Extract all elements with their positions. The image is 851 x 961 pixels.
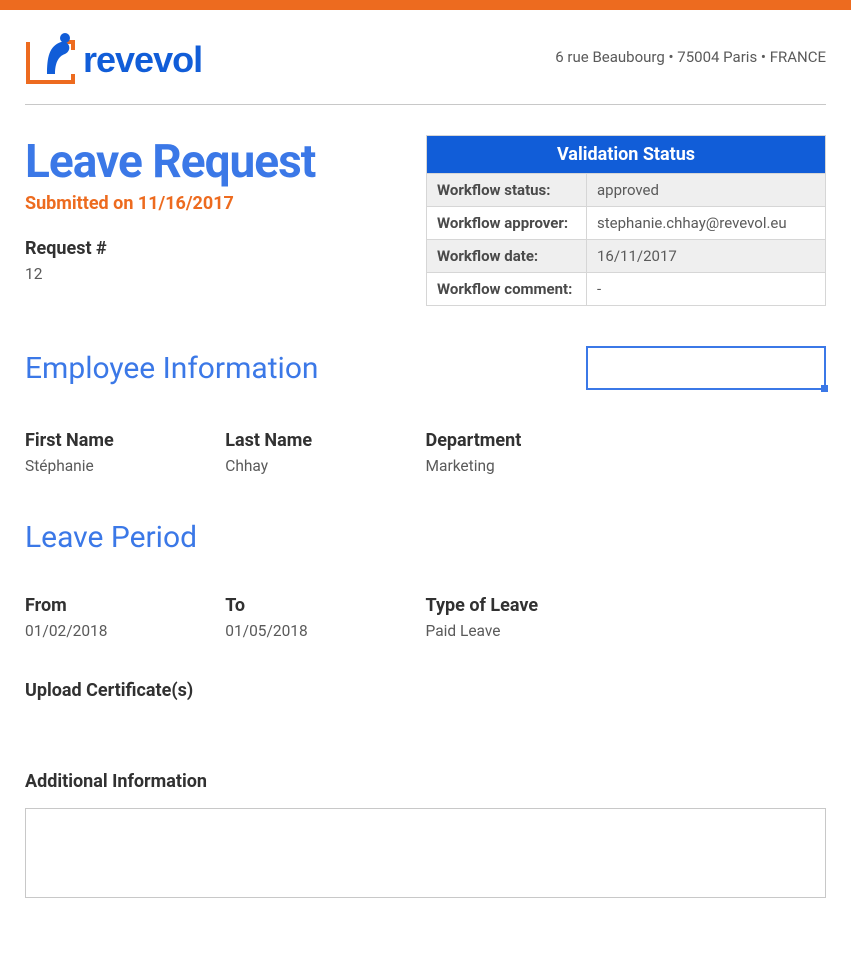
from-field: From 01/02/2018: [25, 595, 225, 640]
type-value: Paid Leave: [426, 622, 794, 640]
employee-fields-row: First Name Stéphanie Last Name Chhay Dep…: [25, 430, 826, 475]
submitted-date: Submitted on 11/16/2017: [25, 193, 406, 214]
table-row: Workflow date: 16/11/2017: [427, 240, 826, 273]
to-field: To 01/05/2018: [225, 595, 425, 640]
to-label: To: [225, 595, 425, 616]
selection-handle-icon[interactable]: [821, 385, 828, 392]
table-row: Workflow approver: stephanie.chhay@revev…: [427, 207, 826, 240]
workflow-status-value: approved: [587, 174, 826, 207]
svg-text:revevol: revevol: [83, 39, 202, 80]
workflow-comment-label: Workflow comment:: [427, 273, 587, 306]
page-title: Leave Request: [25, 135, 406, 189]
additional-info-textarea[interactable]: [25, 808, 826, 898]
from-label: From: [25, 595, 225, 616]
selection-box[interactable]: [586, 346, 826, 390]
workflow-approver-label: Workflow approver:: [427, 207, 587, 240]
employee-section-row: Employee Information: [25, 346, 826, 390]
first-name-field: First Name Stéphanie: [25, 430, 225, 475]
department-value: Marketing: [426, 457, 794, 475]
workflow-approver-value: stephanie.chhay@revevol.eu: [587, 207, 826, 240]
revevol-logo-icon: revevol: [25, 28, 245, 86]
department-field: Department Marketing: [426, 430, 794, 475]
table-row: Workflow comment: -: [427, 273, 826, 306]
to-value: 01/05/2018: [225, 622, 425, 640]
request-number-value: 12: [25, 265, 406, 283]
workflow-date-label: Workflow date:: [427, 240, 587, 273]
workflow-status-label: Workflow status:: [427, 174, 587, 207]
upload-certificate-label: Upload Certificate(s): [25, 680, 826, 701]
last-name-value: Chhay: [225, 457, 425, 475]
title-block: Leave Request Submitted on 11/16/2017 Re…: [25, 135, 406, 306]
last-name-label: Last Name: [225, 430, 425, 451]
workflow-date-value: 16/11/2017: [587, 240, 826, 273]
department-label: Department: [426, 430, 794, 451]
last-name-field: Last Name Chhay: [225, 430, 425, 475]
validation-status-table: Validation Status Workflow status: appro…: [426, 135, 826, 306]
from-value: 01/02/2018: [25, 622, 225, 640]
logo: revevol: [25, 28, 245, 86]
leave-fields-row: From 01/02/2018 To 01/05/2018 Type of Le…: [25, 595, 826, 640]
table-row: Workflow status: approved: [427, 174, 826, 207]
employee-section-title: Employee Information: [25, 351, 319, 386]
request-number-label: Request #: [25, 238, 406, 259]
first-name-value: Stéphanie: [25, 457, 225, 475]
validation-status-header: Validation Status: [427, 136, 826, 174]
page-header: revevol 6 rue Beaubourg • 75004 Paris • …: [25, 10, 826, 105]
type-field: Type of Leave Paid Leave: [426, 595, 794, 640]
page-container: revevol 6 rue Beaubourg • 75004 Paris • …: [0, 10, 851, 932]
first-name-label: First Name: [25, 430, 225, 451]
type-label: Type of Leave: [426, 595, 794, 616]
title-and-status-row: Leave Request Submitted on 11/16/2017 Re…: [25, 135, 826, 306]
workflow-comment-value: -: [587, 273, 826, 306]
additional-info-label: Additional Information: [25, 771, 826, 792]
company-address: 6 rue Beaubourg • 75004 Paris • FRANCE: [555, 48, 826, 66]
request-number-block: Request # 12: [25, 238, 406, 283]
leave-section-title: Leave Period: [25, 520, 826, 555]
top-accent-bar: [0, 0, 851, 10]
